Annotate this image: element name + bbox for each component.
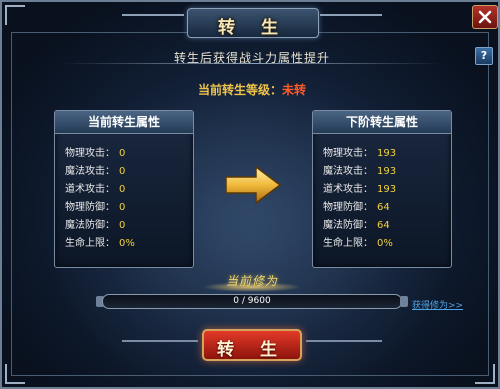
- attribute-value: 0%: [119, 238, 135, 249]
- attribute-value: 64: [377, 220, 390, 231]
- attribute-label: 魔法攻击：: [323, 166, 373, 177]
- progress-text: 0 / 9600: [233, 296, 271, 306]
- attribute-row: 生命上限： 0%: [65, 234, 193, 252]
- close-button[interactable]: [472, 5, 498, 29]
- corner-ornament: [475, 364, 495, 384]
- attribute-value: 0: [119, 148, 126, 159]
- corner-ornament: [5, 5, 25, 25]
- reincarnation-window: 转 生 ? 转生后获得战斗力属性提升 当前转生等级：未转 当前转生属性 物理攻击…: [0, 0, 500, 389]
- attribute-label: 生命上限：: [323, 238, 373, 249]
- current-panel-title: 当前转生属性: [55, 111, 193, 134]
- attribute-value: 0: [119, 202, 126, 213]
- attribute-row: 道术攻击： 193: [323, 180, 451, 198]
- attribute-row: 魔法攻击： 193: [323, 162, 451, 180]
- attribute-row: 道术攻击： 0: [65, 180, 193, 198]
- title-ornament-right: [320, 14, 382, 16]
- attribute-label: 魔法防御：: [323, 220, 373, 231]
- current-attributes-panel: 当前转生属性 物理攻击： 0 魔法攻击： 0 道术攻击： 0 物理防御： 0 魔法防御：…: [54, 110, 194, 268]
- attribute-label: 道术攻击：: [323, 184, 373, 195]
- attribute-label: 魔法攻击：: [65, 166, 115, 177]
- attribute-row: 生命上限： 0%: [323, 234, 451, 252]
- progress-cap-right: [400, 296, 408, 307]
- attribute-label: 物理攻击：: [323, 148, 373, 159]
- attribute-row: 物理防御： 0: [65, 198, 193, 216]
- attribute-value: 64: [377, 202, 390, 213]
- attribute-row: 魔法攻击： 0: [65, 162, 193, 180]
- window-title: 转 生: [218, 18, 288, 38]
- title-plate: 转 生: [187, 8, 319, 38]
- current-level: 当前转生等级：未转: [2, 81, 500, 98]
- attribute-row: 物理攻击： 0: [65, 144, 193, 162]
- corner-ornament: [5, 364, 25, 384]
- next-attributes-panel: 下阶转生属性 物理攻击： 193 魔法攻击： 193 道术攻击： 193 物理防御： 6…: [312, 110, 452, 268]
- attribute-value: 193: [377, 184, 397, 195]
- next-panel-title: 下阶转生属性: [313, 111, 451, 134]
- attribute-value: 0%: [377, 238, 393, 249]
- title-ornament-left: [122, 14, 184, 16]
- current-level-value: 未转: [282, 83, 307, 97]
- reincarnate-button-label: 转 生: [217, 340, 287, 360]
- attribute-row: 魔法防御： 0: [65, 216, 193, 234]
- attribute-value: 0: [119, 166, 126, 177]
- gain-cultivation-link[interactable]: 获得修为>>: [412, 298, 463, 311]
- subtitle: 转生后获得战斗力属性提升: [173, 51, 330, 65]
- close-icon: [478, 10, 492, 24]
- reincarnate-button[interactable]: 转 生: [202, 329, 302, 361]
- button-ornament-left: [122, 340, 198, 342]
- attribute-row: 物理攻击： 193: [323, 144, 451, 162]
- attribute-value: 193: [377, 166, 397, 177]
- attribute-label: 物理攻击：: [65, 148, 115, 159]
- arrow-right-icon: [225, 165, 282, 205]
- attribute-row: 魔法防御： 64: [323, 216, 451, 234]
- attribute-label: 物理防御：: [323, 202, 373, 213]
- progress-label: 当前修为: [225, 274, 278, 288]
- current-level-label: 当前转生等级：: [197, 83, 282, 97]
- attribute-value: 0: [119, 220, 126, 231]
- attribute-value: 0: [119, 184, 126, 195]
- cultivation-progress-bar: 0 / 9600: [102, 294, 402, 309]
- attribute-label: 道术攻击：: [65, 184, 115, 195]
- attribute-label: 生命上限：: [65, 238, 115, 249]
- attribute-row: 物理防御： 64: [323, 198, 451, 216]
- button-ornament-right: [306, 340, 382, 342]
- attribute-label: 物理防御：: [65, 202, 115, 213]
- attribute-label: 魔法防御：: [65, 220, 115, 231]
- attribute-value: 193: [377, 148, 397, 159]
